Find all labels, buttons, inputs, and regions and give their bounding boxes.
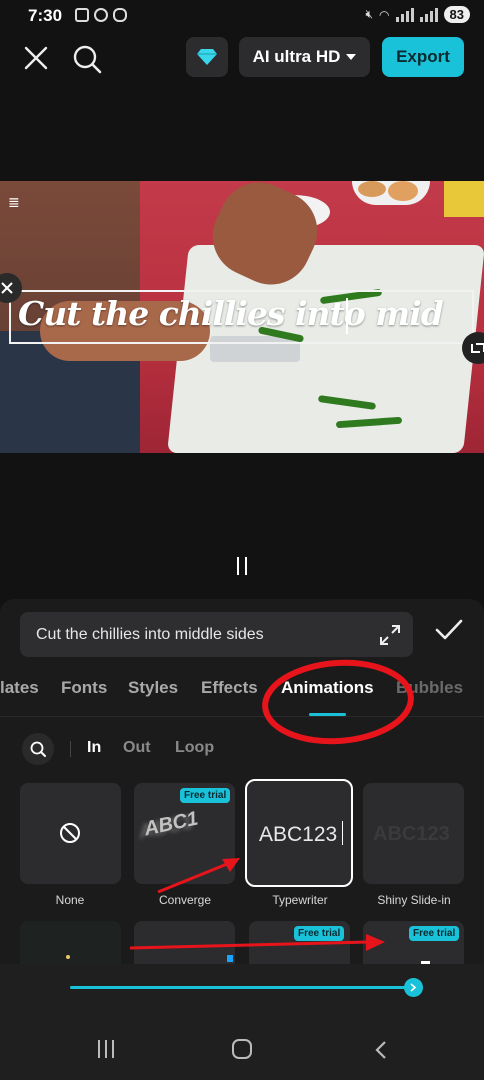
pause-icon[interactable] — [230, 557, 254, 581]
sub-tab-in[interactable]: In — [87, 739, 101, 757]
tabs-divider — [0, 716, 484, 717]
active-tab-indicator — [309, 713, 346, 716]
animation-card-typewriter[interactable]: ABC123 — [245, 779, 353, 887]
duration-slider-track[interactable] — [70, 986, 414, 989]
chevron-right-icon — [410, 983, 417, 992]
signal-icon-2 — [419, 7, 438, 22]
free-trial-badge: Free trial — [180, 788, 231, 803]
typewriter-sample-text: ABC123 — [259, 823, 338, 846]
caret-down-icon — [346, 54, 357, 60]
tab-fonts[interactable]: Fonts — [61, 678, 107, 698]
animation-label-none: None — [55, 893, 85, 907]
sub-tab-out[interactable]: Out — [123, 739, 151, 757]
status-bar: 7:30 🔇︎ ◠ 83 — [0, 0, 484, 34]
caption-input-value: Cut the chillies into middle sides — [36, 625, 264, 643]
tab-animations[interactable]: Animations — [281, 678, 374, 698]
export-button[interactable]: Export — [382, 37, 464, 77]
animation-card-none[interactable] — [20, 783, 121, 884]
tab-bubbles[interactable]: Bubbles — [396, 678, 463, 698]
battery-indicator: 83 — [443, 6, 470, 23]
close-icon[interactable] — [20, 42, 52, 74]
animation-card-converge[interactable]: Free trial ABC1 — [134, 783, 235, 884]
back-icon[interactable] — [372, 1040, 390, 1060]
capcut-logo-icon: ≣ — [8, 194, 20, 210]
tab-styles[interactable]: Styles — [128, 678, 178, 698]
tab-bar: lates Fonts Styles Effects Animations Bu… — [0, 672, 484, 708]
tab-templates[interactable]: lates — [0, 678, 39, 698]
sparkle-icon — [66, 955, 70, 959]
typewriter-cursor — [342, 821, 343, 845]
home-icon[interactable] — [232, 1039, 252, 1059]
quality-label: AI ultra HD — [252, 47, 341, 66]
scene-toy — [444, 181, 484, 217]
duration-slider-thumb[interactable] — [404, 978, 423, 997]
sub-tab-loop[interactable]: Loop — [175, 739, 214, 757]
diamond-icon — [197, 49, 217, 65]
screenshot-icon — [75, 8, 89, 22]
game-icon — [113, 8, 127, 22]
tab-effects[interactable]: Effects — [201, 678, 258, 698]
caption-text-input[interactable]: Cut the chillies into middle sides — [20, 612, 413, 657]
caption-text[interactable]: Cut the chillies into mid — [18, 294, 444, 333]
shiny-sample-text: ABC123 — [373, 823, 450, 845]
animation-label-typewriter: Typewriter — [272, 893, 328, 907]
expand-icon[interactable] — [379, 624, 401, 646]
free-trial-badge: Free trial — [294, 926, 345, 941]
video-preview[interactable]: ≣ Cut the chillies into mid — [0, 181, 484, 453]
recent-apps-icon[interactable] — [98, 1040, 120, 1060]
mute-icon: 🔇︎ — [365, 7, 374, 21]
animation-card-shiny-slide-in[interactable]: ABC123 — [363, 783, 464, 884]
sub-tab-divider — [70, 741, 71, 757]
app-notification-icon — [94, 8, 108, 22]
status-time: 7:30 — [28, 6, 63, 25]
status-right: 🔇︎ ◠ 83 — [365, 6, 470, 23]
wifi-icon: ◠ — [379, 7, 390, 22]
rotate-resize-handle-icon[interactable] — [462, 332, 484, 364]
converge-sample-text: ABC1 — [142, 807, 201, 841]
quality-dropdown[interactable]: AI ultra HD — [239, 37, 370, 77]
search-icon[interactable] — [70, 42, 104, 76]
animation-label-shiny-slide-in: Shiny Slide-in — [377, 893, 451, 907]
blue-bar-icon — [227, 955, 233, 962]
text-cursor — [346, 298, 348, 334]
scene-egg — [358, 181, 386, 197]
animation-label-converge: Converge — [158, 893, 212, 907]
scene-egg — [388, 181, 418, 201]
signal-icon — [395, 7, 414, 22]
animation-search-icon[interactable] — [22, 733, 54, 765]
confirm-check-icon[interactable] — [433, 615, 465, 645]
notification-icons — [75, 8, 127, 22]
premium-diamond-button[interactable] — [186, 37, 228, 77]
none-icon — [60, 823, 80, 843]
free-trial-badge: Free trial — [409, 926, 460, 941]
